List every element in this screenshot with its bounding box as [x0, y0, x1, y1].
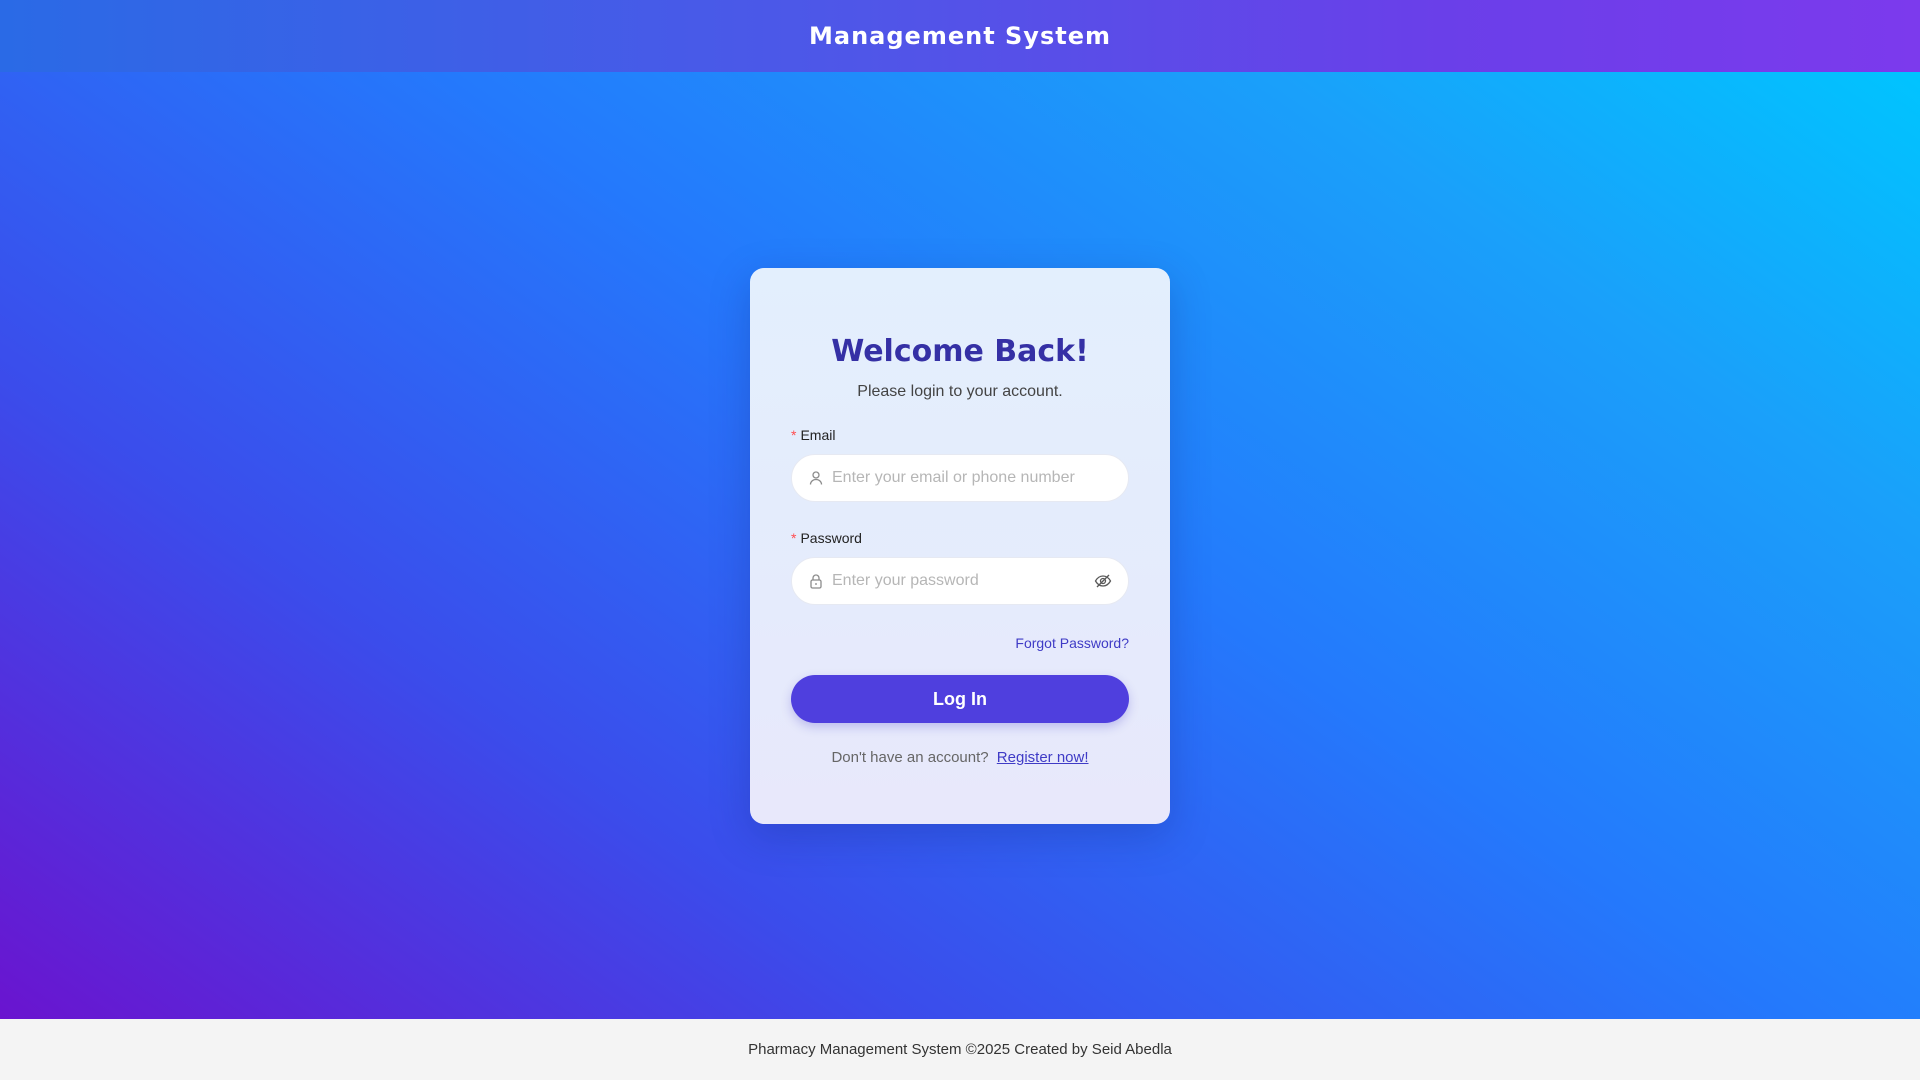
password-required-mark: *	[791, 530, 797, 546]
register-prompt: Don't have an account?	[831, 749, 989, 766]
email-input-wrapper[interactable]	[791, 454, 1129, 502]
password-label: * Password	[791, 528, 1129, 548]
page-footer: Pharmacy Management System ©2025 Created…	[0, 1019, 1920, 1080]
forgot-password-link[interactable]: Forgot Password?	[1015, 635, 1129, 651]
footer-text: Pharmacy Management System ©2025 Created…	[748, 1041, 1172, 1058]
lock-icon	[808, 573, 824, 589]
login-subtitle: Please login to your account.	[857, 383, 1063, 400]
eye-hidden-icon[interactable]	[1094, 572, 1112, 590]
password-label-text: Password	[800, 530, 862, 546]
password-input[interactable]	[832, 572, 1094, 590]
login-button[interactable]: Log In	[791, 675, 1129, 723]
email-label-text: Email	[800, 427, 836, 443]
email-label: * Email	[791, 425, 1129, 445]
register-row: Don't have an account? Register now!	[791, 749, 1129, 766]
user-icon	[808, 470, 824, 486]
email-required-mark: *	[791, 427, 797, 443]
top-header: Management System	[0, 0, 1920, 72]
email-input[interactable]	[832, 469, 1112, 487]
register-link[interactable]: Register now!	[997, 749, 1089, 766]
main-background: Welcome Back! Please login to your accou…	[0, 72, 1920, 1019]
login-card: Welcome Back! Please login to your accou…	[750, 268, 1170, 824]
app-title: Management System	[809, 22, 1111, 50]
password-input-wrapper[interactable]	[791, 557, 1129, 605]
forgot-password-row: Forgot Password?	[791, 635, 1129, 653]
login-title: Welcome Back!	[831, 334, 1089, 369]
